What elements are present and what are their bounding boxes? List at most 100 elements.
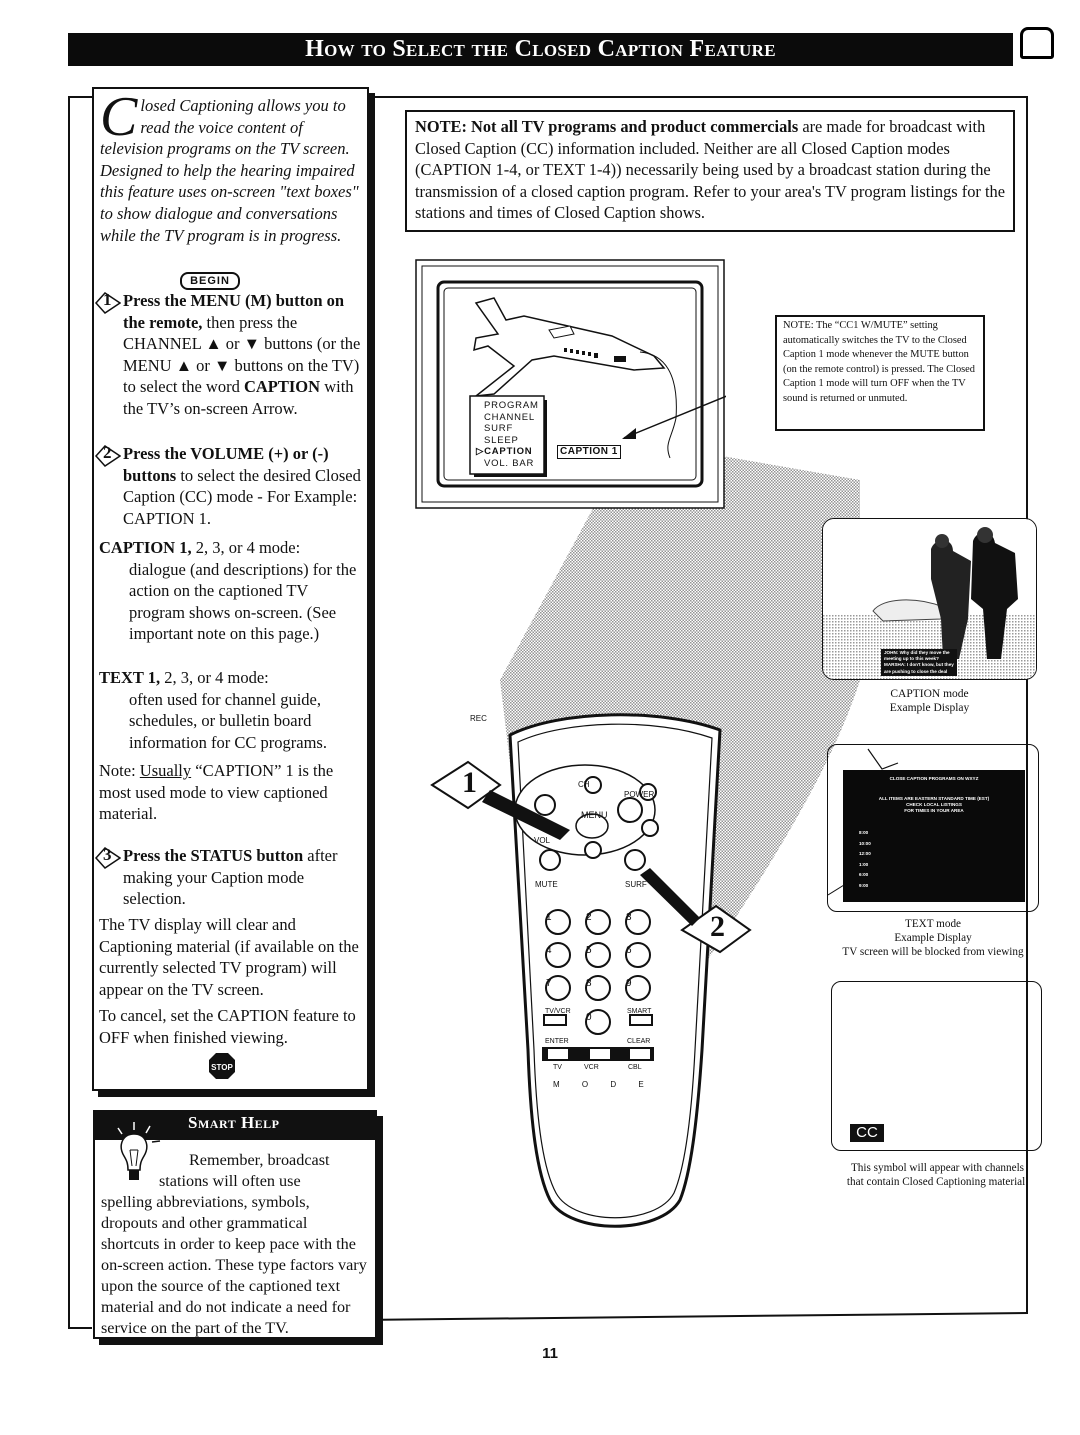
clear-note: The TV display will clear and Captioning… <box>99 915 359 999</box>
time-entry: 6:00 <box>859 872 869 878</box>
intro-text: losed Captioning allows you to read the … <box>100 96 359 245</box>
note-box: NOTE: Not all TV programs and product co… <box>405 110 1015 232</box>
tv-menu-item: SURF <box>484 423 514 434</box>
menu-label: MENU <box>581 810 608 820</box>
mode-label: M O D E <box>553 1080 654 1089</box>
tv-menu-item: PROGRAM <box>484 400 539 411</box>
page-number: 11 <box>542 1345 558 1362</box>
smart-help-line: Remember, broadcast <box>189 1151 330 1169</box>
label-line: TEXT mode <box>904 918 962 930</box>
smart-help-title: Smart Help <box>188 1113 280 1132</box>
tv-icon <box>1020 27 1054 59</box>
step-3: 3 Press the STATUS button after making y… <box>95 845 362 910</box>
digit-label: 6 <box>626 945 632 956</box>
smart-help-text: Remember, broadcast stations will often … <box>101 1150 369 1339</box>
mode-desc: often used for channel guide, schedules,… <box>129 689 327 752</box>
step-number: 1 <box>103 290 112 309</box>
digit-label: 4 <box>546 945 552 956</box>
mode-title: 2, 3, or 4 mode: <box>160 668 269 687</box>
caption-example-label: CAPTION mode Example Display <box>822 687 1037 715</box>
digit-label: 7 <box>546 978 552 989</box>
step-bold-text: CAPTION <box>243 377 321 396</box>
time-entry: 12:00 <box>859 851 871 857</box>
begin-badge: BEGIN <box>180 272 240 290</box>
cc-badge: CC <box>850 1124 884 1142</box>
smart-help-body: spelling abbreviations, symbols, dropout… <box>101 1193 367 1337</box>
subtitle-line: are pushing to close the deal <box>884 668 948 674</box>
caption-mode-desc: CAPTION 1, 2, 3, or 4 mode: dialogue (an… <box>99 537 364 645</box>
power-label: POWER <box>624 790 655 799</box>
frame-line <box>380 1312 1029 1321</box>
text-example-label: TEXT mode Example Display TV screen will… <box>822 918 1044 959</box>
ch-label: CH <box>578 780 590 789</box>
mode-desc: dialogue (and descriptions) for the acti… <box>129 559 357 644</box>
vol-label: VOL <box>534 836 551 845</box>
tv-menu-item-selected: ▷CAPTION <box>476 446 539 458</box>
tv-mode-label: TV <box>553 1064 562 1071</box>
label-line: This symbol will appear with channels <box>850 1162 1025 1174</box>
label-line: TV screen will be blocked from viewing <box>842 945 1024 958</box>
time-entry: 9:00 <box>859 882 869 888</box>
step-number: 2 <box>103 443 112 462</box>
note-bold: NOTE: Not all TV programs and product co… <box>415 117 799 136</box>
surf-label: SURF <box>625 880 647 889</box>
tvvcr-label: TV/VCR <box>545 1008 571 1015</box>
mute-label: MUTE <box>535 880 558 889</box>
step-2: 2 Press the VOLUME (+) or (-) buttons to… <box>95 443 362 529</box>
digit-label: 1 <box>546 912 552 923</box>
mode-title-bold: TEXT 1, <box>99 668 161 687</box>
enter-label: ENTER <box>545 1038 569 1045</box>
label-line: CAPTION mode <box>890 688 969 700</box>
intro-paragraph: Closed Captioning allows you to read the… <box>100 86 360 246</box>
step-number: 3 <box>103 845 112 864</box>
menu-arrow-icon: ▷ <box>476 446 485 457</box>
label-line: Example Display <box>894 931 972 944</box>
cc-example-label: This symbol will appear with channels th… <box>820 1162 1055 1190</box>
text-screen-line: FOR TIMES IN YOUR AREA <box>904 808 964 813</box>
digit-label: 2 <box>586 912 592 923</box>
digit-label: 0 <box>586 1012 592 1023</box>
caption-subtitle-box: JOHN: Why did they move the meeting up t… <box>881 649 957 676</box>
mute-note-box: NOTE: The “CC1 W/MUTE” setting automatic… <box>775 315 985 431</box>
clear-label: CLEAR <box>627 1038 651 1045</box>
remote-control-illustration <box>430 713 752 1228</box>
step-1: 1 Press the MENU (M) button on the remot… <box>95 290 362 419</box>
caption-value-badge: CAPTION 1 <box>557 445 621 459</box>
stop-label: STOP <box>211 1063 233 1072</box>
tv-menu-item-label: CAPTION <box>484 446 533 457</box>
page-title: How to Select the Closed Caption Feature <box>305 36 776 62</box>
digit-label: 8 <box>586 978 592 989</box>
frame-line <box>368 96 1028 98</box>
callout-2: 2 <box>710 910 725 943</box>
tv-menu-item: VOL. BAR <box>484 457 535 469</box>
label-line: Example Display <box>889 702 970 714</box>
label-line: that contain Closed Captioning material. <box>846 1175 1029 1188</box>
note-prefix: Note: <box>99 761 140 780</box>
usual-note: Note: Usually “CAPTION” 1 is the most us… <box>99 760 364 825</box>
mode-title: 2, 3, or 4 mode: <box>191 538 301 557</box>
tv-frame-graphic <box>415 259 735 509</box>
cbl-mode-label: CBL <box>628 1064 642 1071</box>
digit-label: 3 <box>626 912 632 923</box>
caption-mode-example: JOHN: Why did they move the meeting up t… <box>822 518 1037 680</box>
rec-label: REC <box>470 714 487 723</box>
frame-line <box>68 1327 92 1329</box>
drop-cap: C <box>100 86 138 148</box>
text-screen-times: 8:00 10:00 12:00 1:00 6:00 9:00 <box>843 828 1025 892</box>
stop-icon: STOP <box>209 1053 235 1079</box>
time-entry: 10:00 <box>859 840 871 846</box>
smart-label: SMART <box>627 1008 652 1015</box>
tv-menu-item: CHANNEL <box>484 411 535 423</box>
vcr-mode-label: VCR <box>584 1064 599 1071</box>
digit-label: 9 <box>626 978 632 989</box>
digit-label: 5 <box>586 945 592 956</box>
text-mode-screen: CLOSE CAPTION PROGRAMS ON WXYZ ALL ITEMS… <box>843 770 1025 902</box>
time-entry: 1:00 <box>859 861 869 867</box>
tv-menu-diagram: PROGRAM CHANNEL SURF SLEEP ▷CAPTION VOL.… <box>414 258 735 510</box>
note-underlined: Usually <box>139 761 192 780</box>
text-screen-heading: CLOSE CAPTION PROGRAMS ON WXYZ <box>889 776 979 781</box>
tv-menu-item: SLEEP <box>484 434 519 446</box>
callout-1: 1 <box>462 766 477 799</box>
step-bold-text: Press the STATUS button <box>123 846 304 865</box>
time-entry: 8:00 <box>859 830 869 835</box>
